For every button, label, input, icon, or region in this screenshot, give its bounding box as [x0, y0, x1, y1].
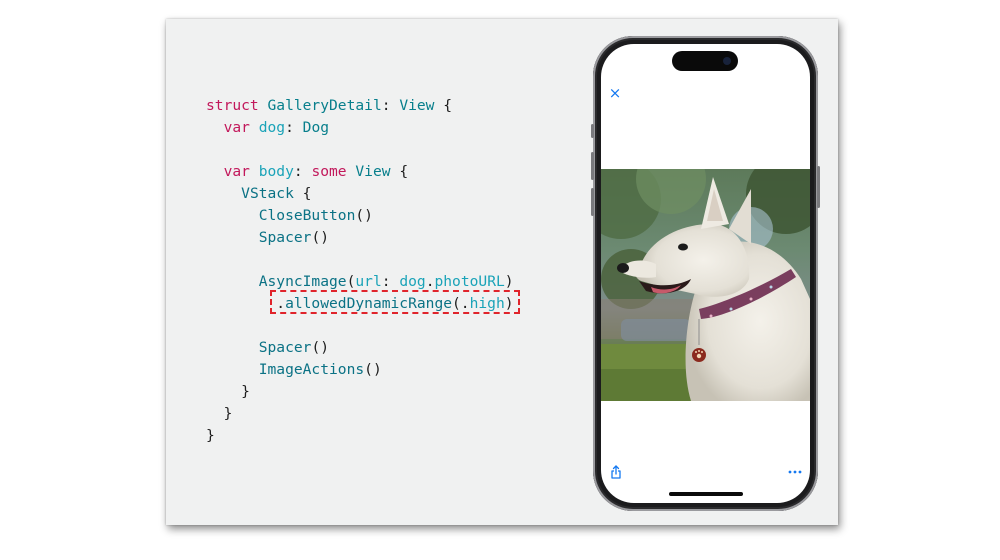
code-token: body: [249, 163, 294, 180]
code-line: }: [206, 425, 514, 447]
code-token: var: [223, 119, 250, 136]
more-icon[interactable]: [788, 469, 802, 475]
code-token: AsyncImage: [258, 273, 347, 290]
code-token: .: [206, 295, 286, 312]
phone-mockup: ×: [591, 36, 820, 511]
code-token: (): [311, 229, 330, 246]
code-token: struct: [206, 97, 259, 114]
dynamic-island: [672, 51, 738, 71]
code-line: .allowedDynamicRange(.high): [206, 293, 514, 315]
action-button: [591, 124, 594, 138]
close-icon[interactable]: ×: [608, 86, 622, 101]
code-token: var: [223, 163, 250, 180]
code-line: var dog: Dog: [206, 117, 514, 139]
power-button: [817, 166, 820, 208]
code-token: View: [346, 163, 391, 180]
code-token: dog: [249, 119, 286, 136]
code-token: (.: [452, 295, 470, 312]
code-line: Spacer(): [206, 337, 514, 359]
code-token: url: [355, 273, 382, 290]
code-token: {: [390, 163, 409, 180]
dog-photo-illustration: [601, 169, 810, 401]
camera-icon: [723, 57, 731, 65]
code-token: {: [293, 185, 312, 202]
code-line: CloseButton(): [206, 205, 514, 227]
code-token: :: [285, 119, 303, 136]
code-token: (): [311, 339, 330, 356]
code-token: some: [311, 163, 347, 180]
phone-screen: ×: [601, 44, 810, 503]
code-token: }: [206, 405, 233, 422]
code-line: VStack {: [206, 183, 514, 205]
code-token: }: [206, 427, 215, 444]
code-line: Spacer(): [206, 227, 514, 249]
share-icon[interactable]: [609, 465, 623, 479]
code-line: ImageActions(): [206, 359, 514, 381]
code-token: CloseButton: [258, 207, 356, 224]
volume-up-button: [591, 152, 594, 180]
code-token: photoURL: [434, 273, 505, 290]
code-line: AsyncImage(url: dog.photoURL): [206, 271, 514, 293]
code-token: Spacer: [258, 339, 312, 356]
code-token: ): [504, 273, 514, 290]
code-token: allowedDynamicRange: [285, 295, 453, 312]
volume-down-button: [591, 188, 594, 216]
code-token: Dog: [302, 119, 330, 136]
dog-photo: [601, 169, 810, 401]
code-token: Spacer: [258, 229, 312, 246]
code-token: ): [504, 295, 514, 312]
home-indicator: [669, 492, 743, 496]
code-token: {: [434, 97, 453, 114]
code-token: :: [381, 273, 400, 290]
code-token: :: [381, 97, 400, 114]
code-token: (): [364, 361, 382, 378]
code-line: var body: some View {: [206, 161, 514, 183]
code-token: ImageActions: [258, 361, 365, 378]
code-token: }: [206, 383, 250, 400]
code-line: }: [206, 381, 514, 403]
code-line: }: [206, 403, 514, 425]
code-token: high: [469, 295, 505, 312]
slide: struct GalleryDetail: View { var dog: Do…: [166, 19, 838, 525]
code-token: dog: [399, 273, 426, 290]
code-line: struct GalleryDetail: View {: [206, 95, 514, 117]
code-token: GalleryDetail: [258, 97, 382, 114]
code-token: (): [355, 207, 373, 224]
code-token: VStack: [241, 185, 294, 202]
code-block: struct GalleryDetail: View { var dog: Do…: [206, 95, 514, 447]
code-token: :: [293, 163, 312, 180]
code-token: View: [399, 97, 435, 114]
